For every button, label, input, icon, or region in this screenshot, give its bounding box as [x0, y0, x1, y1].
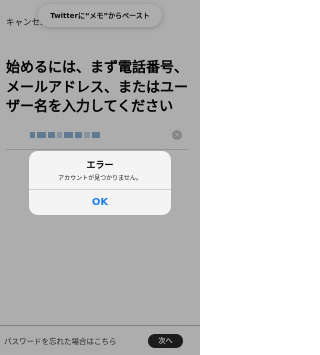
error-alert-dialog: エラー アカウントが見つかりません。 OK [29, 151, 171, 215]
login-screen: キャンセル Twitterに“メモ”からペースト 始めるには、まず電話番号、メー… [0, 0, 200, 355]
alert-title: エラー [86, 161, 114, 171]
alert-message: アカウントが見つかりません。 [58, 175, 142, 182]
ok-button[interactable]: OK [29, 190, 171, 215]
